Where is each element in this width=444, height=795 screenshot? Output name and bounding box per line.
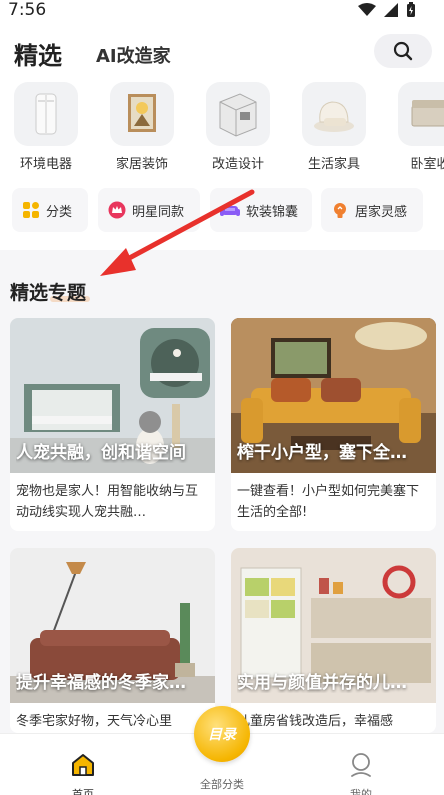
sofa-icon [220, 206, 240, 216]
status-time: 7:56 [8, 0, 47, 20]
chip-label: 软装锦囊 [246, 204, 299, 220]
grid-icon [23, 202, 39, 218]
catalog-badge[interactable]: 目录 [194, 706, 250, 762]
card-title: 提升幸福感的冬季家… [16, 673, 186, 693]
nav-home-label: 首页 [72, 788, 94, 795]
topic-card-pets[interactable]: 人宠共融，创和谐空间 宠物也是家人！用智能收纳与互动动线实现人宠共融… [10, 318, 215, 531]
home-icon [72, 754, 94, 776]
category-item-decor[interactable]: 家居装饰 [105, 82, 179, 172]
picture-frame-icon [110, 82, 174, 146]
card-image: 榨干小户型，塞下全… [231, 318, 436, 473]
tab-selected[interactable]: 精选 [14, 36, 62, 71]
category-label: 改造设计 [211, 157, 264, 172]
search-icon [393, 41, 413, 61]
chip-celebrity[interactable]: 明星同款 [98, 188, 200, 232]
card-title: 实用与颜值并存的儿… [237, 673, 407, 693]
card-description: 一键查看！小户型如何完美塞下生活的全部! [237, 484, 420, 520]
status-bar: 7:56 [0, 0, 444, 24]
topic-card-winter[interactable]: 提升幸福感的冬季家… 冬季宅家好物，天气冷心里 [10, 548, 215, 733]
storage-box-icon [398, 82, 444, 146]
lightbulb-icon [334, 203, 346, 218]
category-label: 卧室收 [410, 157, 444, 172]
category-label: 生活家具 [307, 157, 360, 172]
nav-all-categories[interactable]: 全部分类 [182, 772, 262, 792]
section-title: 精选专题 [10, 282, 87, 304]
card-description: 冬季宅家好物，天气冷心里 [16, 714, 173, 729]
chip-label: 分类 [46, 204, 73, 220]
chip-label: 居家灵感 [355, 204, 408, 220]
card-title: 榨干小户型，塞下全… [237, 443, 407, 463]
category-item-furniture[interactable]: 生活家具 [297, 82, 371, 172]
card-title: 人宠共融，创和谐空间 [16, 443, 186, 463]
status-icons [358, 2, 416, 18]
card-image: 实用与颜值并存的儿… [231, 548, 436, 703]
category-item-appliances[interactable]: 环境电器 [9, 82, 83, 172]
chip-label: 明星同款 [132, 204, 185, 220]
search-button[interactable] [374, 34, 432, 68]
wifi-icon [358, 3, 376, 16]
profile-icon [351, 753, 371, 777]
air-purifier-icon [14, 82, 78, 146]
chip-row: 分类 明星同款 软装锦囊 居家灵感 [0, 172, 444, 250]
card-image: 人宠共融，创和谐空间 [10, 318, 215, 473]
category-item-design[interactable]: 改造设计 [201, 82, 275, 172]
nav-mine[interactable]: 我的 [321, 752, 401, 795]
topic-card-small-apartment[interactable]: 榨干小户型，塞下全… 一键查看！小户型如何完美塞下生活的全部! [231, 318, 436, 531]
category-row: 环境电器 家居装饰 改造设计 生活家具 卧室收 [0, 82, 444, 172]
category-item-bedroom-storage[interactable]: 卧室收 [393, 82, 444, 172]
chip-category[interactable]: 分类 [12, 188, 88, 232]
battery-icon [407, 2, 415, 17]
card-description: 儿童房省钱改造后，幸福感 [237, 714, 394, 729]
room-design-icon [206, 82, 270, 146]
category-label: 家居装饰 [115, 157, 168, 172]
card-description: 宠物也是家人！用智能收纳与互动动线实现人宠共融… [16, 484, 199, 520]
signal-icon [384, 3, 398, 17]
category-label: 环境电器 [19, 157, 72, 172]
nav-home[interactable]: 首页 [43, 752, 123, 795]
chair-icon [302, 82, 366, 146]
chip-home-inspiration[interactable]: 居家灵感 [321, 188, 423, 232]
crown-icon [108, 201, 126, 219]
header: 精选 AI改造家 [0, 24, 444, 84]
tab-ai-renovator[interactable]: AI改造家 [90, 38, 171, 68]
nav-all-categories-label: 全部分类 [200, 778, 244, 791]
topic-card-kids-room[interactable]: 实用与颜值并存的儿… 儿童房省钱改造后，幸福感 [231, 548, 436, 733]
card-image: 提升幸福感的冬季家… [10, 548, 215, 703]
chip-soft-furnishing[interactable]: 软装锦囊 [210, 188, 312, 232]
nav-mine-label: 我的 [350, 788, 372, 795]
bottom-nav: 首页 目录 全部分类 我的 [0, 706, 444, 795]
